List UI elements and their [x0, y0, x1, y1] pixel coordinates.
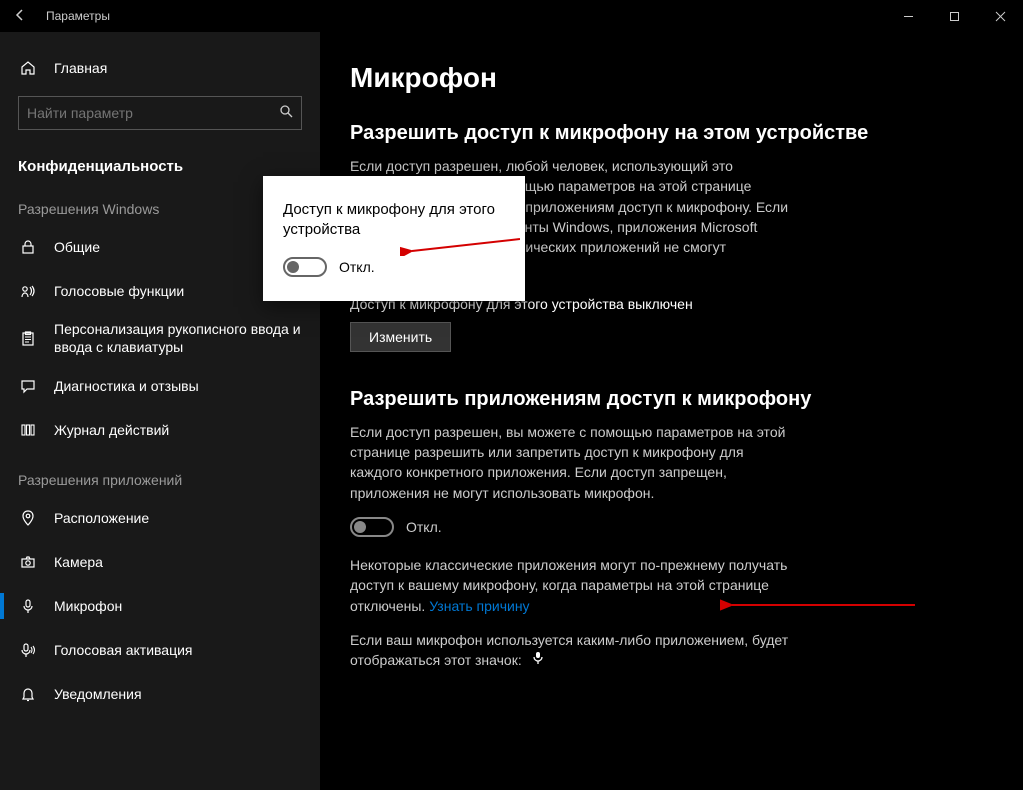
learn-why-link[interactable]: Узнать причину — [429, 598, 529, 614]
sidebar-item-diagnostics[interactable]: Диагностика и отзывы — [0, 364, 320, 408]
home-icon — [18, 60, 38, 76]
history-icon — [18, 422, 38, 438]
active-indicator — [0, 593, 4, 619]
mic-indicator-icon — [532, 650, 544, 670]
camera-icon — [18, 554, 38, 570]
clipboard-icon — [18, 331, 38, 347]
section1-title: Разрешить доступ к микрофону на этом уст… — [350, 120, 983, 146]
bell-icon — [18, 686, 38, 702]
feedback-icon — [18, 378, 38, 394]
device-access-toggle[interactable] — [283, 257, 327, 277]
maximize-button[interactable] — [931, 0, 977, 32]
sidebar-item-microphone[interactable]: Микрофон — [0, 584, 320, 628]
voice-icon — [18, 283, 38, 299]
close-button[interactable] — [977, 0, 1023, 32]
sidebar-item-activity[interactable]: Журнал действий — [0, 408, 320, 452]
mic-icon — [18, 598, 38, 614]
sidebar: Главная Конфиденциальность Разрешения Wi… — [0, 32, 320, 790]
window-title: Параметры — [40, 9, 110, 23]
search-input-wrap[interactable] — [18, 96, 302, 130]
sidebar-item-voice-activation[interactable]: Голосовая активация — [0, 628, 320, 672]
popup-title: Доступ к микрофону для этого устройства — [283, 200, 505, 239]
device-access-popup: Доступ к микрофону для этого устройства … — [263, 176, 525, 301]
content-pane: Микрофон Разрешить доступ к микрофону на… — [320, 32, 1023, 790]
back-button[interactable] — [0, 8, 40, 25]
section2-body: Если доступ разрешен, вы можете с помощь… — [350, 422, 790, 503]
device-access-toggle-label: Откл. — [339, 259, 375, 275]
section2-note2: Если ваш микрофон используется каким-либ… — [350, 630, 790, 671]
minimize-button[interactable] — [885, 0, 931, 32]
location-icon — [18, 510, 38, 526]
search-icon — [279, 104, 293, 123]
home-nav[interactable]: Главная — [0, 46, 320, 90]
section2-note1: Некоторые классические приложения могут … — [350, 555, 790, 616]
change-button[interactable]: Изменить — [350, 322, 451, 352]
sidebar-item-camera[interactable]: Камера — [0, 540, 320, 584]
titlebar: Параметры — [0, 0, 1023, 32]
lock-icon — [18, 239, 38, 255]
apps-access-toggle-label: Откл. — [406, 519, 442, 535]
search-input[interactable] — [27, 105, 279, 121]
sidebar-item-location[interactable]: Расположение — [0, 496, 320, 540]
home-label: Главная — [54, 60, 302, 77]
section2-title: Разрешить приложениям доступ к микрофону — [350, 386, 983, 412]
group-apps-heading: Разрешения приложений — [0, 452, 320, 496]
apps-access-toggle[interactable] — [350, 517, 394, 537]
page-title: Микрофон — [350, 62, 983, 94]
sidebar-item-inking[interactable]: Персонализация рукописного ввода и ввода… — [0, 313, 320, 364]
sidebar-item-notifications[interactable]: Уведомления — [0, 672, 320, 716]
voice-act-icon — [18, 642, 38, 658]
